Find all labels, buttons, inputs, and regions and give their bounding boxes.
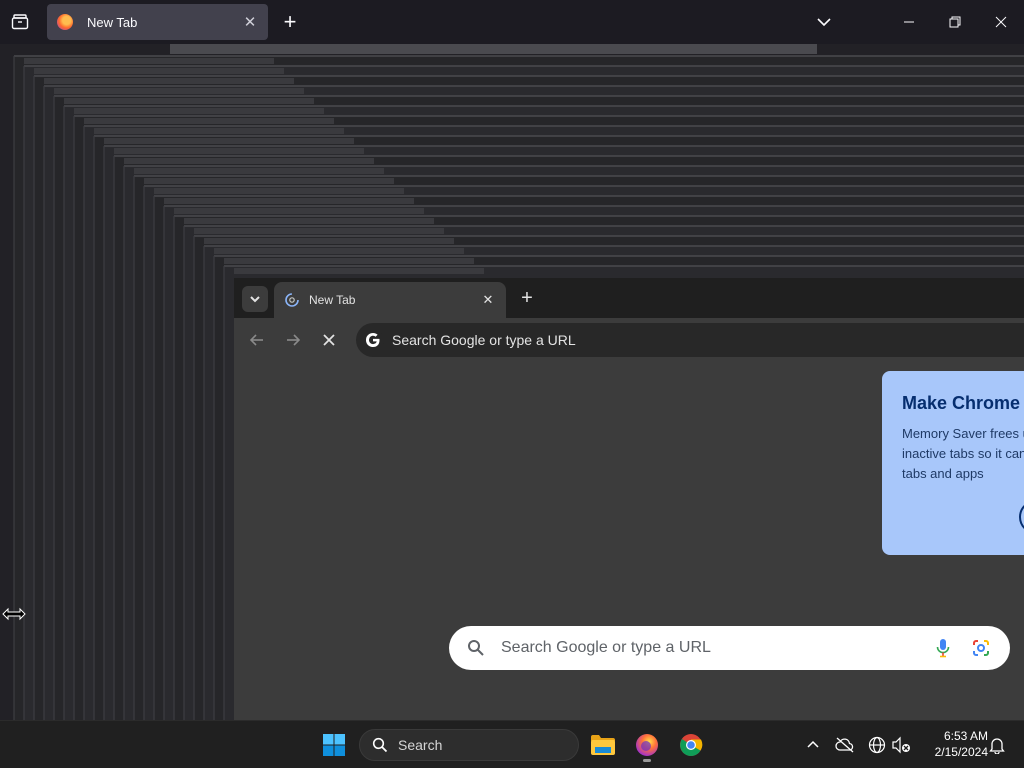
start-button[interactable] bbox=[322, 733, 346, 757]
forward-button[interactable] bbox=[279, 326, 307, 354]
taskbar-search-placeholder: Search bbox=[398, 737, 443, 753]
onedrive-tray-button[interactable] bbox=[834, 733, 856, 757]
taskbar-firefox[interactable] bbox=[631, 729, 663, 762]
windows-logo-icon bbox=[323, 734, 345, 756]
promo-title: Make Chrome f bbox=[902, 393, 1024, 413]
list-all-tabs-button[interactable] bbox=[812, 10, 836, 34]
taskbar-clock[interactable]: 6:53 AM 2/15/2024 bbox=[918, 728, 988, 760]
firefox-tab-new-tab[interactable]: New Tab ✕ bbox=[47, 4, 268, 40]
chrome-tab-new-tab[interactable]: New Tab ✕ bbox=[274, 282, 506, 318]
cloud-offline-icon bbox=[835, 737, 854, 753]
close-tab-icon[interactable]: ✕ bbox=[242, 13, 258, 31]
clock-date: 2/15/2024 bbox=[934, 745, 988, 759]
taskbar-file-explorer[interactable] bbox=[587, 729, 619, 761]
tab-search-button[interactable] bbox=[242, 286, 268, 312]
google-lens-icon bbox=[973, 640, 989, 656]
chevron-down-icon bbox=[250, 296, 260, 303]
minimize-button[interactable] bbox=[886, 0, 932, 44]
globe-icon bbox=[868, 736, 886, 754]
running-indicator bbox=[643, 759, 651, 762]
back-button[interactable] bbox=[243, 326, 271, 354]
address-bar[interactable]: Search Google or type a URL bbox=[356, 323, 1024, 357]
firefox-new-tab-button[interactable]: + bbox=[278, 10, 302, 34]
close-window-button[interactable] bbox=[978, 0, 1024, 44]
chrome-new-tab-button[interactable]: + bbox=[515, 286, 539, 310]
horizontal-resize-cursor-icon bbox=[2, 606, 26, 622]
taskbar-search-box[interactable]: Search bbox=[359, 729, 579, 761]
ntp-search-placeholder: Search Google or type a URL bbox=[501, 639, 711, 656]
voice-search-button[interactable] bbox=[932, 637, 954, 659]
notifications-button[interactable] bbox=[986, 733, 1008, 757]
firefox-title-bar: New Tab ✕ + bbox=[0, 0, 1024, 44]
ntp-search-box[interactable]: Search Google or type a URL bbox=[449, 626, 1010, 670]
volume-tray-button[interactable] bbox=[890, 733, 912, 757]
search-icon bbox=[468, 640, 484, 656]
bell-icon bbox=[989, 738, 1005, 754]
firefox-logo-icon bbox=[636, 734, 658, 756]
chevron-down-icon bbox=[817, 18, 831, 27]
loading-spinner-icon bbox=[285, 293, 299, 307]
clock-time: 6:53 AM bbox=[943, 729, 988, 743]
promo-illustration-icon bbox=[1019, 500, 1024, 534]
close-tab-icon[interactable]: ✕ bbox=[480, 292, 496, 308]
ghost-window-header bbox=[170, 44, 817, 54]
taskbar-chrome[interactable] bbox=[675, 729, 707, 761]
chrome-tab-label: New Tab bbox=[309, 293, 356, 307]
close-icon bbox=[323, 334, 335, 346]
windows-taskbar: Search 6:53 AM 2/15/2024 bbox=[0, 720, 1024, 768]
chrome-window: New Tab ✕ + Search Google or type a URL … bbox=[234, 278, 1024, 720]
chrome-tab-strip: New Tab ✕ + bbox=[234, 278, 1024, 318]
arrow-right-icon bbox=[287, 334, 301, 346]
new-tab-page: Make Chrome f Memory Saver frees up memo… bbox=[234, 362, 1024, 720]
google-logo-icon bbox=[362, 329, 384, 351]
chevron-up-icon bbox=[807, 740, 819, 748]
promo-body: Memory Saver frees up memory from inacti… bbox=[902, 426, 1024, 481]
arrow-left-icon bbox=[249, 334, 263, 346]
lens-search-button[interactable] bbox=[970, 637, 992, 659]
chrome-toolbar: Search Google or type a URL bbox=[234, 318, 1024, 362]
folder-icon bbox=[591, 735, 615, 755]
speaker-muted-icon bbox=[892, 736, 910, 754]
restore-button[interactable] bbox=[932, 0, 978, 44]
minimize-icon bbox=[904, 21, 914, 23]
microphone-icon bbox=[936, 639, 950, 658]
chrome-logo-icon bbox=[680, 734, 703, 756]
firefox-view-icon bbox=[11, 14, 29, 30]
restore-icon bbox=[949, 16, 961, 28]
show-hidden-icons-button[interactable] bbox=[802, 733, 824, 757]
network-tray-button[interactable] bbox=[866, 733, 888, 757]
memory-saver-promo-card[interactable]: Make Chrome f Memory Saver frees up memo… bbox=[882, 371, 1024, 555]
close-icon bbox=[995, 16, 1007, 28]
address-bar-placeholder: Search Google or type a URL bbox=[392, 332, 576, 348]
firefox-logo-icon bbox=[57, 14, 73, 30]
stop-loading-button[interactable] bbox=[315, 326, 343, 354]
firefox-tab-label: New Tab bbox=[87, 14, 138, 30]
firefox-view-button[interactable] bbox=[8, 10, 32, 34]
search-icon bbox=[372, 737, 388, 753]
